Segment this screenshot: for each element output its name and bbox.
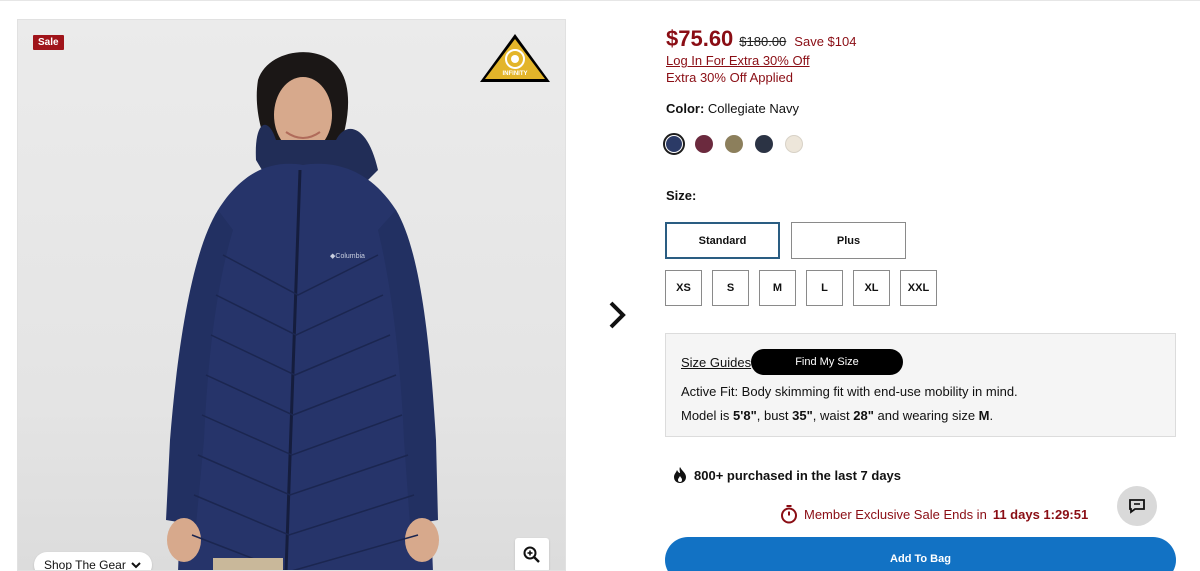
- bust-prefix: , bust: [756, 408, 793, 423]
- stopwatch-icon: [781, 505, 797, 524]
- product-photo: ◆Columbia: [166, 52, 439, 570]
- selected-color-name: Collegiate Navy: [707, 101, 799, 116]
- size-xl-button[interactable]: XL: [853, 270, 890, 306]
- size-l-button[interactable]: L: [806, 270, 843, 306]
- sale-badge: Sale: [33, 35, 64, 50]
- size-xxl-button[interactable]: XXL: [900, 270, 937, 306]
- login-extra-discount-link[interactable]: Log In For Extra 30% Off: [666, 53, 810, 68]
- color-swatch-dot: [785, 135, 803, 153]
- size-xs-button[interactable]: XS: [665, 270, 702, 306]
- model-size-info: Model is 5'8", bust 35", waist 28" and w…: [681, 408, 993, 423]
- shop-the-gear-button[interactable]: Shop The Gear: [34, 552, 152, 571]
- svg-text:◆Columbia: ◆Columbia: [330, 253, 365, 260]
- size-prefix: and wearing size: [873, 408, 979, 423]
- color-label: Color: Collegiate Navy: [666, 101, 799, 116]
- add-to-bag-button[interactable]: Add To Bag: [665, 537, 1176, 571]
- color-swatch-dot: [695, 135, 713, 153]
- color-swatch-3[interactable]: [753, 133, 775, 155]
- model-waist: 28": [853, 408, 874, 423]
- chat-button[interactable]: [1117, 486, 1157, 526]
- fit-selector: Standard Plus: [665, 222, 906, 259]
- savings-amount: Save $104: [794, 34, 857, 49]
- find-my-size-button[interactable]: Find My Size: [751, 349, 903, 375]
- chat-bubble-icon: [1129, 499, 1145, 514]
- product-image-gallery[interactable]: ◆Columbia Sale INFINITY Shop The Gear: [17, 19, 566, 571]
- size-label: Size:: [666, 188, 697, 203]
- countdown-timer: 11 days 1:29:51: [992, 506, 1089, 522]
- extra-discount-applied-text: Extra 30% Off Applied: [666, 70, 793, 85]
- model-height: 5'8": [733, 408, 757, 423]
- fit-info-panel: Size Guides Find My Size Active Fit: Bod…: [665, 333, 1176, 437]
- member-sale-text: Member Exclusive Sale Ends in: [804, 506, 987, 522]
- price-row: $75.60 $180.00 Save $104: [666, 26, 856, 52]
- zoom-button[interactable]: [515, 538, 549, 570]
- model-bust: 35": [792, 408, 813, 423]
- size-guides-link[interactable]: Size Guides: [681, 355, 751, 370]
- color-swatch-1[interactable]: [693, 133, 715, 155]
- size-s-button[interactable]: S: [712, 270, 749, 306]
- fit-plus-button[interactable]: Plus: [791, 222, 906, 259]
- fit-standard-button[interactable]: Standard: [665, 222, 780, 259]
- model-prefix: Model is: [681, 408, 734, 423]
- size-m-button[interactable]: M: [759, 270, 796, 306]
- next-image-button[interactable]: [602, 298, 632, 332]
- model-size: M: [978, 408, 990, 423]
- original-price: $180.00: [739, 34, 787, 49]
- color-swatch-dot: [666, 136, 682, 152]
- color-swatch-2[interactable]: [723, 133, 745, 155]
- zoom-in-icon: [523, 546, 540, 563]
- color-swatches: [663, 133, 805, 155]
- omni-heat-infinity-badge-icon: INFINITY: [480, 34, 550, 82]
- svg-text:INFINITY: INFINITY: [503, 71, 528, 77]
- member-sale-countdown: Member Exclusive Sale Ends in 11 days 1:…: [780, 504, 1088, 524]
- model-suffix: .: [989, 408, 994, 423]
- purchase-count-text: 800+ purchased in the last 7 days: [694, 467, 902, 483]
- active-fit-description: Active Fit: Body skimming fit with end-u…: [681, 384, 1018, 399]
- top-divider: [0, 0, 1200, 1]
- color-swatch-4[interactable]: [783, 133, 805, 155]
- purchase-count: 800+ purchased in the last 7 days: [672, 466, 901, 484]
- size-selector: XS S M L XL XXL: [665, 270, 937, 306]
- waist-prefix: , waist: [812, 408, 854, 423]
- color-label-title: Color:: [666, 101, 705, 116]
- color-swatch-dot: [755, 135, 773, 153]
- chevron-right-icon: [609, 301, 626, 329]
- color-swatch-dot: [725, 135, 743, 153]
- shop-the-gear-label: Shop The Gear: [44, 558, 126, 571]
- flame-icon: [674, 467, 686, 483]
- sale-price: $75.60: [666, 26, 734, 51]
- chevron-down-icon: [131, 562, 141, 569]
- color-swatch-0[interactable]: [663, 133, 685, 155]
